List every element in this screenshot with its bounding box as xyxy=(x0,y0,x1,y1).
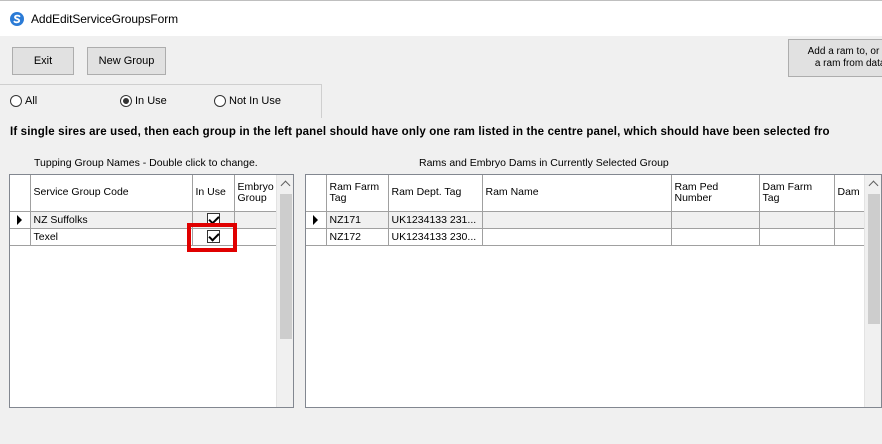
add-ram-label-line2: a ram from datab xyxy=(814,58,882,69)
column-header-ram-farm-tag[interactable]: Ram Farm Tag xyxy=(326,175,389,212)
column-header-ram-name[interactable]: Ram Name xyxy=(482,175,672,212)
row-header[interactable] xyxy=(10,211,31,229)
column-header-dam[interactable]: Dam xyxy=(834,175,869,212)
ram-ped-number-cell[interactable] xyxy=(671,228,760,246)
scroll-thumb[interactable] xyxy=(868,194,880,324)
table-header-row: Service Group Code In Use Embryo Group xyxy=(10,175,279,212)
table-header-row: Ram Farm Tag Ram Dept. Tag Ram Name Ram … xyxy=(306,175,869,212)
row-header[interactable] xyxy=(306,228,327,246)
service-group-code-cell[interactable]: NZ Suffolks xyxy=(30,211,193,229)
row-header-corner xyxy=(306,175,327,212)
add-ram-button[interactable]: Add a ram to, or re a ram from datab xyxy=(788,39,882,77)
table-row[interactable]: NZ Suffolks xyxy=(10,211,279,229)
column-header-ram-dept-tag[interactable]: Ram Dept. Tag xyxy=(388,175,483,212)
service-groups-table: Service Group Code In Use Embryo Group N… xyxy=(10,175,279,246)
left-grid-vertical-scrollbar[interactable] xyxy=(276,175,293,407)
column-header-dam-farm-tag[interactable]: Dam Farm Tag xyxy=(759,175,835,212)
ram-name-cell[interactable] xyxy=(482,228,672,246)
single-sire-info-text: If single sires are used, then each grou… xyxy=(10,126,830,138)
radio-all-circle-icon[interactable] xyxy=(10,95,22,107)
new-group-button[interactable]: New Group xyxy=(87,47,166,75)
current-row-arrow-icon xyxy=(313,214,318,225)
row-header[interactable] xyxy=(10,228,31,246)
ram-dept-tag-cell[interactable]: UK1234133 231... xyxy=(388,211,483,229)
current-row-arrow-icon xyxy=(17,214,22,225)
ram-ped-number-cell[interactable] xyxy=(671,211,760,229)
title-bar: AddEditServiceGroupsForm xyxy=(0,0,882,36)
ram-farm-tag-cell[interactable]: NZ171 xyxy=(326,211,389,229)
dam-cell[interactable] xyxy=(834,228,869,246)
rams-table: Ram Farm Tag Ram Dept. Tag Ram Name Ram … xyxy=(306,175,869,246)
scroll-thumb[interactable] xyxy=(280,194,292,339)
left-grid-caption: Tupping Group Names - Double click to ch… xyxy=(34,157,258,169)
row-header-corner xyxy=(10,175,31,212)
ram-farm-tag-cell[interactable]: NZ172 xyxy=(326,228,389,246)
radio-not-in-use-circle-icon[interactable] xyxy=(214,95,226,107)
table-row[interactable]: Texel xyxy=(10,228,279,246)
column-header-ram-ped-number[interactable]: Ram Ped Number xyxy=(671,175,760,212)
column-header-in-use[interactable]: In Use xyxy=(192,175,235,212)
dam-farm-tag-cell[interactable] xyxy=(759,228,835,246)
ram-dept-tag-cell[interactable]: UK1234133 230... xyxy=(388,228,483,246)
column-header-service-group-code[interactable]: Service Group Code xyxy=(30,175,193,212)
radio-all[interactable]: All xyxy=(10,95,37,107)
right-grid-caption: Rams and Embryo Dams in Currently Select… xyxy=(419,157,669,169)
table-row[interactable]: NZ171 UK1234133 231... xyxy=(306,211,869,229)
table-row[interactable]: NZ172 UK1234133 230... xyxy=(306,228,869,246)
radio-not-in-use-label: Not In Use xyxy=(229,95,281,107)
radio-in-use[interactable]: In Use xyxy=(120,95,167,107)
embryo-group-cell[interactable] xyxy=(234,228,279,246)
scroll-up-arrow-icon[interactable] xyxy=(865,175,881,192)
right-grid-vertical-scrollbar[interactable] xyxy=(864,175,881,407)
radio-not-in-use[interactable]: Not In Use xyxy=(214,95,281,107)
ram-name-cell[interactable] xyxy=(482,211,672,229)
service-group-code-cell[interactable]: Texel xyxy=(30,228,193,246)
service-groups-grid[interactable]: Service Group Code In Use Embryo Group N… xyxy=(9,174,294,408)
add-ram-label-line1: Add a ram to, or re xyxy=(807,46,882,57)
embryo-group-cell[interactable] xyxy=(234,211,279,229)
radio-in-use-label: In Use xyxy=(135,95,167,107)
window-title: AddEditServiceGroupsForm xyxy=(31,12,178,26)
column-header-embryo-group[interactable]: Embryo Group xyxy=(234,175,279,212)
radio-in-use-circle-icon[interactable] xyxy=(120,95,132,107)
row-header[interactable] xyxy=(306,211,327,229)
rams-grid[interactable]: Ram Farm Tag Ram Dept. Tag Ram Name Ram … xyxy=(305,174,882,408)
filter-radio-group: All In Use Not In Use xyxy=(0,84,322,118)
dam-farm-tag-cell[interactable] xyxy=(759,211,835,229)
app-logo-icon xyxy=(10,12,24,26)
annotation-highlight-box xyxy=(187,223,237,252)
scroll-up-arrow-icon[interactable] xyxy=(277,175,293,192)
dam-cell[interactable] xyxy=(834,211,869,229)
radio-all-label: All xyxy=(25,95,38,107)
exit-button[interactable]: Exit xyxy=(12,47,74,75)
